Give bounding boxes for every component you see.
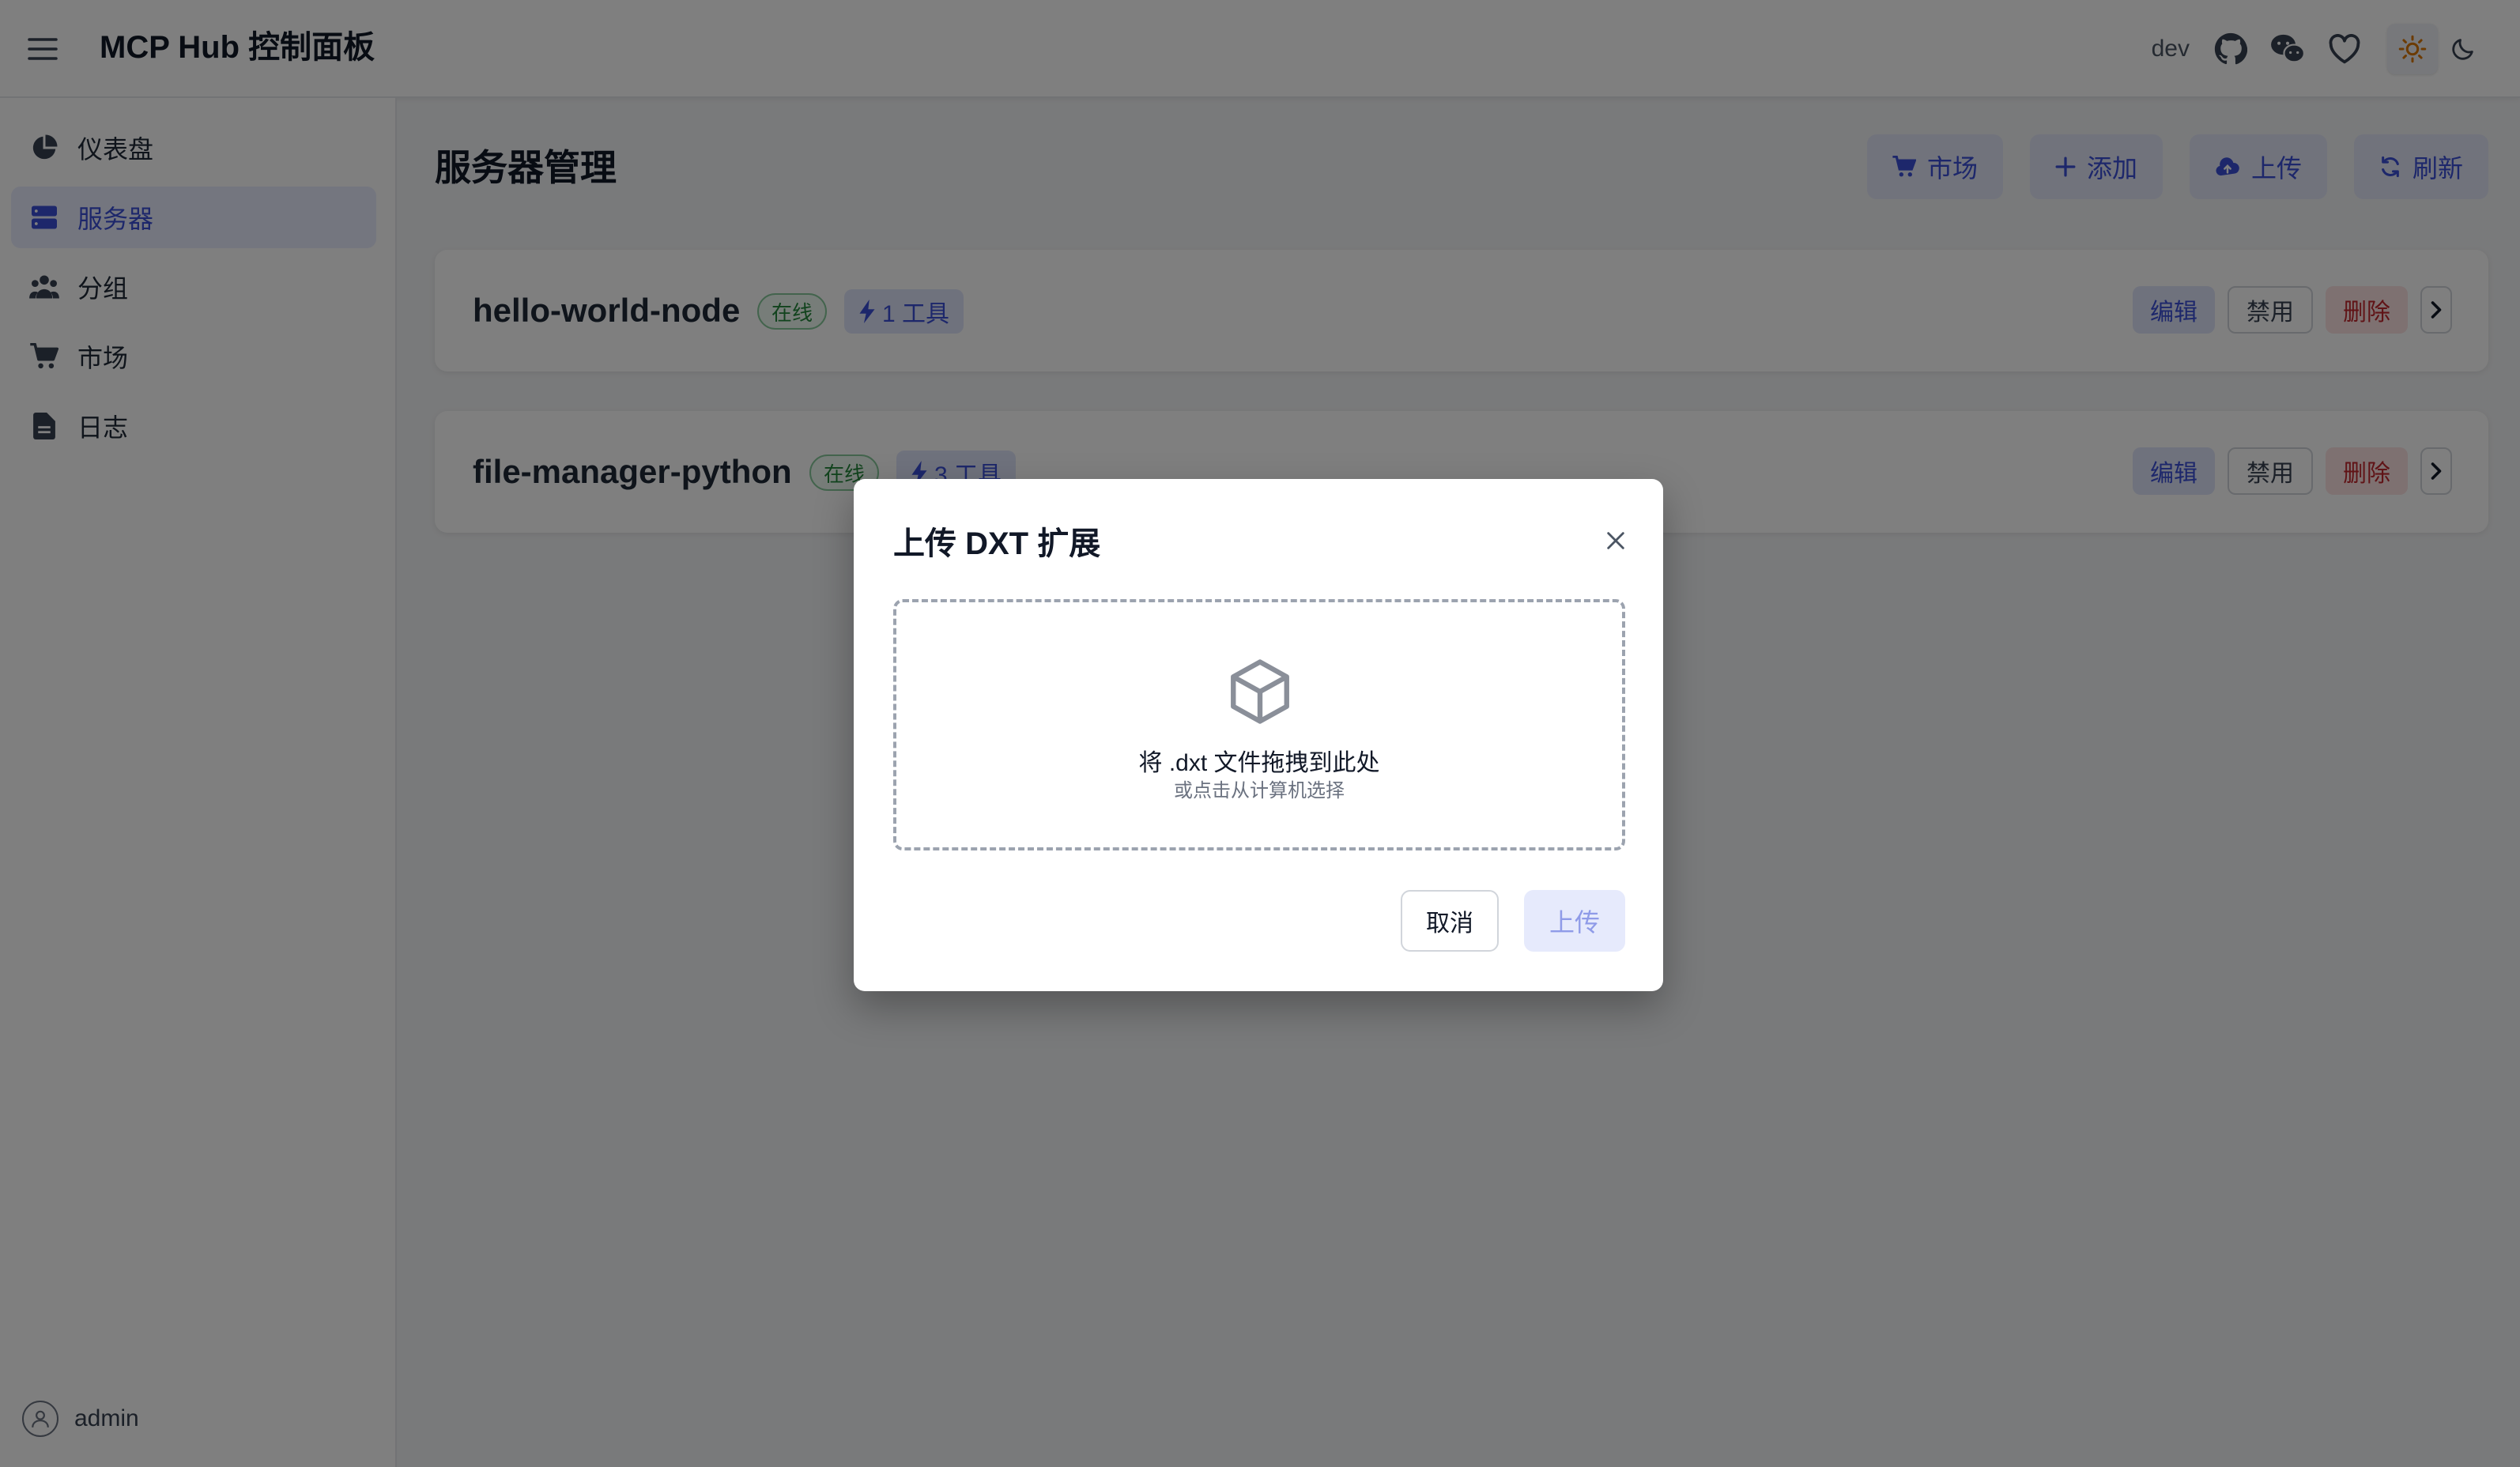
close-icon[interactable]: [1598, 523, 1633, 558]
upload-dxt-dialog: 上传 DXT 扩展 将 .dxt 文件拖拽到此处 或点击从计算机选择 取消 上传: [854, 479, 1663, 991]
dropzone-sub-text: 或点击从计算机选择: [1174, 780, 1345, 801]
dropzone-main-text: 将 .dxt 文件拖拽到此处: [1138, 750, 1380, 776]
package-icon: [1231, 659, 1289, 724]
file-dropzone[interactable]: 将 .dxt 文件拖拽到此处 或点击从计算机选择: [893, 599, 1625, 850]
confirm-upload-button[interactable]: 上传: [1524, 890, 1625, 952]
cancel-button[interactable]: 取消: [1401, 890, 1499, 952]
dialog-title: 上传 DXT 扩展: [893, 526, 1101, 561]
